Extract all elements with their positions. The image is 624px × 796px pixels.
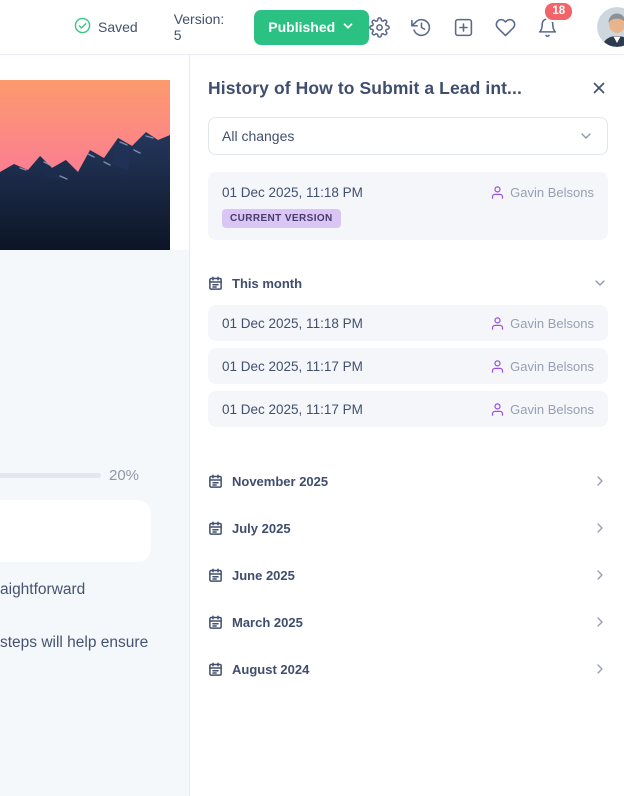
version-entry-row[interactable]: 01 Dec 2025, 11:17 PM Gavin Belsons <box>208 391 608 427</box>
toolbar-icons: 18 <box>369 0 624 47</box>
author-name: Gavin Belsons <box>510 185 594 200</box>
history-panel: History of How to Submit a Lead int... A… <box>190 55 624 796</box>
check-circle-icon <box>74 17 91 37</box>
history-icon[interactable] <box>411 17 432 38</box>
calendar-icon <box>208 276 223 291</box>
section-july-2025[interactable]: July 2025 <box>208 520 608 536</box>
save-status-label: Saved <box>98 19 138 35</box>
top-toolbar: Saved Version: 5 Published 18 <box>0 0 624 55</box>
current-version-card[interactable]: 01 Dec 2025, 11:18 PM Gavin Belsons CURR… <box>208 172 608 240</box>
document-text-line: aightforward <box>0 581 86 598</box>
version-entry-list: 01 Dec 2025, 11:18 PM Gavin Belsons 01 D… <box>208 305 608 427</box>
version-author[interactable]: Gavin Belsons <box>490 359 594 374</box>
chevron-right-icon <box>592 614 608 630</box>
progress-bar <box>0 473 101 478</box>
calendar-icon <box>208 474 223 489</box>
notification-badge[interactable]: 18 <box>543 0 575 23</box>
chevron-down-icon <box>341 19 355 36</box>
section-label: March 2025 <box>232 614 303 630</box>
user-icon <box>492 186 504 199</box>
section-label: November 2025 <box>232 473 329 489</box>
collapsed-month-list: November 2025 July 2025 June 2025 March … <box>208 473 608 677</box>
version-author[interactable]: Gavin Belsons <box>490 185 594 200</box>
author-name: Gavin Belsons <box>510 401 594 417</box>
avatar[interactable] <box>597 7 624 47</box>
section-label: June 2025 <box>232 567 295 583</box>
calendar-icon <box>208 615 223 630</box>
chevron-right-icon <box>592 661 608 677</box>
calendar-icon <box>208 662 223 677</box>
current-version-badge: CURRENT VERSION <box>222 209 341 228</box>
section-label: This month <box>232 275 303 291</box>
author-name: Gavin Belsons <box>510 315 594 331</box>
progress-indicator: 20% <box>0 467 139 484</box>
close-icon[interactable] <box>590 79 608 97</box>
gear-icon[interactable] <box>369 16 391 38</box>
version-entry-row[interactable]: 01 Dec 2025, 11:17 PM Gavin Belsons <box>208 348 608 384</box>
chevron-right-icon <box>592 567 608 583</box>
version-timestamp: 01 Dec 2025, 11:17 PM <box>222 358 363 374</box>
user-icon <box>492 316 504 330</box>
page-title: History of How to Submit a Lead int... <box>208 78 522 98</box>
section-label: July 2025 <box>232 520 291 536</box>
document-preview-pane: 20% aightforward steps will help ensure <box>0 55 190 796</box>
version-timestamp: 01 Dec 2025, 11:18 PM <box>222 185 363 200</box>
user-icon <box>492 402 504 416</box>
section-label: August 2024 <box>232 661 310 677</box>
version-author[interactable]: Gavin Belsons <box>490 402 594 417</box>
notifications: 18 <box>537 0 575 38</box>
version-timestamp: 01 Dec 2025, 11:18 PM <box>222 315 363 331</box>
user-icon <box>492 359 504 373</box>
changes-filter-dropdown[interactable]: All changes <box>208 117 608 155</box>
section-this-month[interactable]: This month <box>208 275 608 291</box>
save-status: Saved <box>74 17 138 37</box>
changes-filter-value: All changes <box>222 128 295 144</box>
chevron-down-icon <box>578 128 594 144</box>
section-august-2024[interactable]: August 2024 <box>208 661 608 677</box>
chevron-right-icon <box>592 520 608 536</box>
history-panel-header: History of How to Submit a Lead int... <box>208 78 608 99</box>
published-button-label: Published <box>268 19 336 35</box>
section-june-2025[interactable]: June 2025 <box>208 567 608 583</box>
version-timestamp: 01 Dec 2025, 11:17 PM <box>222 401 363 417</box>
main-content: 20% aightforward steps will help ensure … <box>0 55 624 796</box>
progress-label: 20% <box>109 467 140 484</box>
author-name: Gavin Belsons <box>510 358 594 374</box>
calendar-icon <box>208 521 223 536</box>
section-march-2025[interactable]: March 2025 <box>208 614 608 630</box>
plus-square-icon[interactable] <box>453 17 474 38</box>
mountain-sunset-image <box>0 80 170 250</box>
version-indicator: Version: 5 <box>173 11 225 43</box>
calendar-icon <box>208 568 223 583</box>
chevron-right-icon <box>592 473 608 489</box>
section-november-2025[interactable]: November 2025 <box>208 473 608 489</box>
version-entry-row[interactable]: 01 Dec 2025, 11:18 PM Gavin Belsons <box>208 305 608 341</box>
version-author[interactable]: Gavin Belsons <box>490 316 594 331</box>
chevron-down-icon <box>592 275 608 291</box>
heart-icon[interactable] <box>495 17 516 38</box>
document-text-line: steps will help ensure <box>0 634 149 651</box>
document-card[interactable] <box>0 500 151 562</box>
published-button[interactable]: Published <box>254 9 370 45</box>
